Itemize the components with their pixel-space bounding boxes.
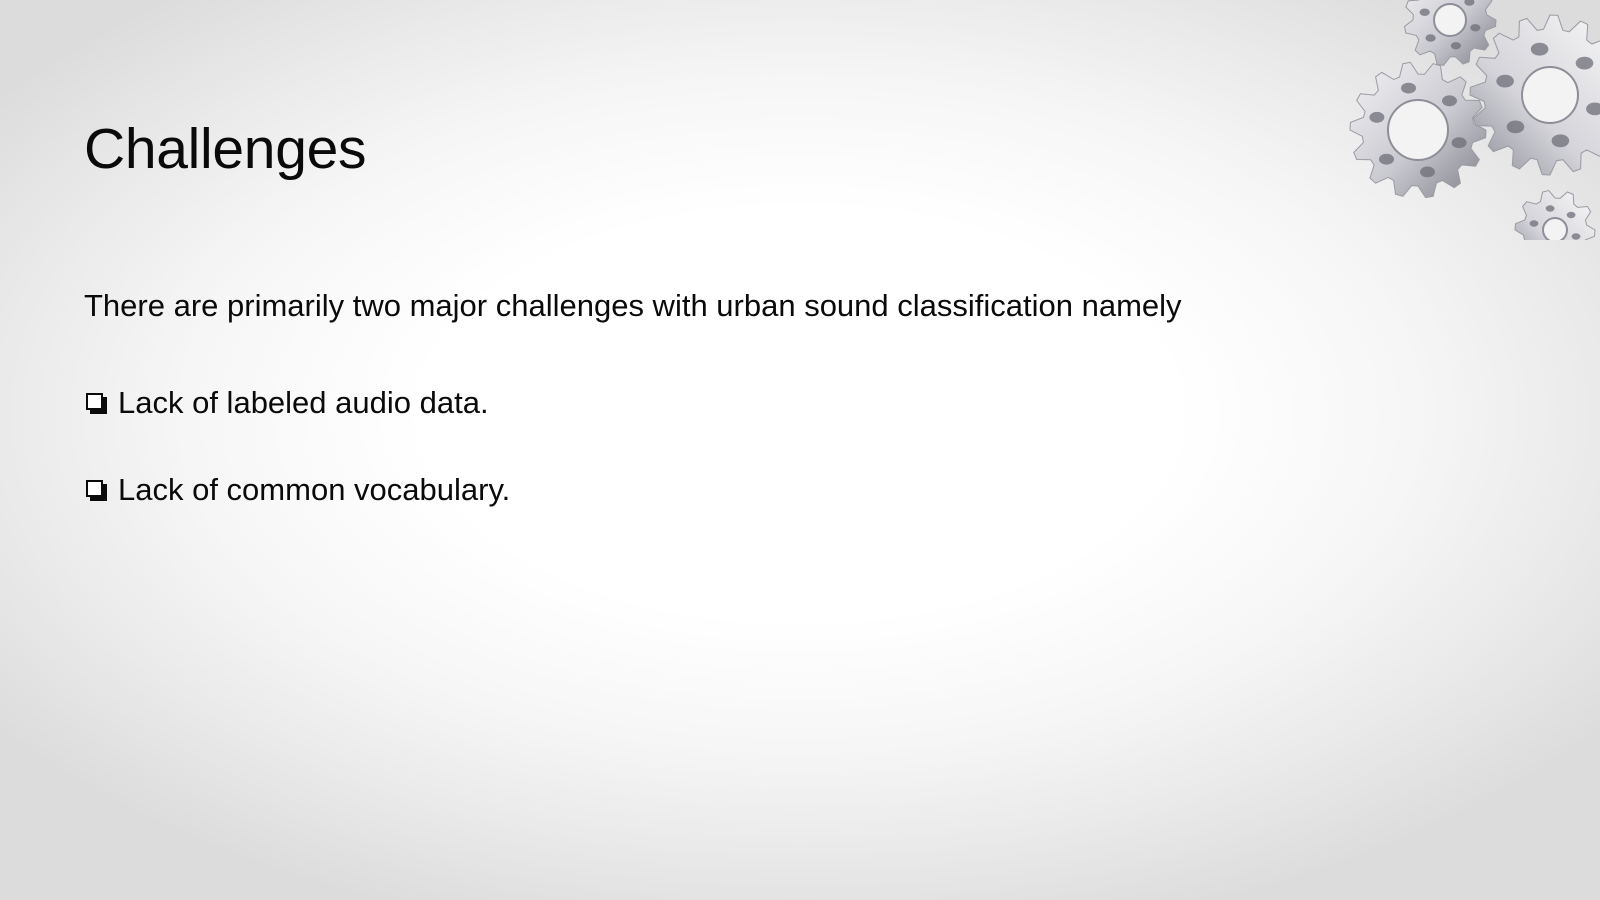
bullet-item: Lack of labeled audio data. xyxy=(84,385,489,421)
checkbox-square-icon xyxy=(86,393,107,414)
intro-text: There are primarily two major challenges… xyxy=(84,288,1182,323)
bullet-text: Lack of labeled audio data. xyxy=(118,385,489,420)
bullet-text: Lack of common vocabulary. xyxy=(118,472,511,507)
bullet-item: Lack of common vocabulary. xyxy=(84,472,510,508)
checkbox-square-icon xyxy=(86,480,107,501)
slide: Challenges There are primarily two major… xyxy=(0,0,1600,900)
slide-title: Challenges xyxy=(84,117,367,181)
gears-icon xyxy=(1349,0,1600,240)
